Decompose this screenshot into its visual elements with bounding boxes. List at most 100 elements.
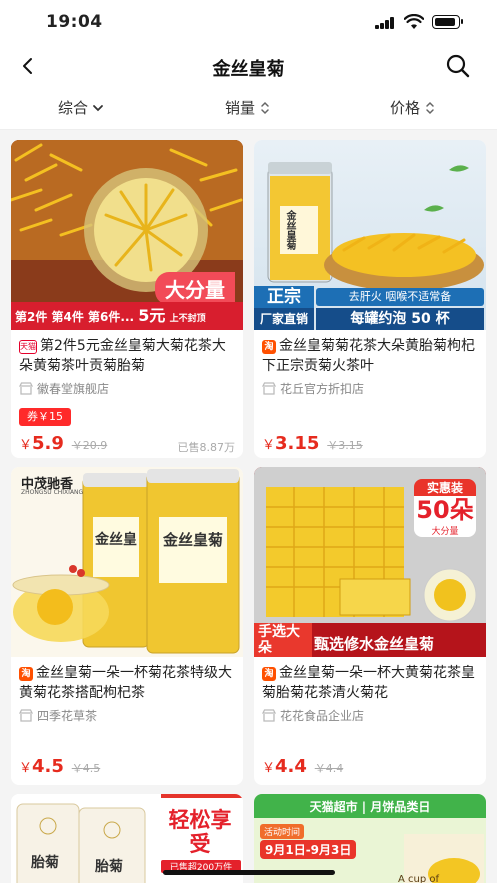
shop-name[interactable]: 徽春堂旗舰店 <box>19 380 109 397</box>
sort-toggle-icon <box>426 101 434 114</box>
product-image: 金丝皇菊 正宗 厂家直销 去肝火 咽喉不适常备 每罐约泡 50 杯 <box>254 140 486 330</box>
sort-price[interactable]: 价格 <box>390 97 436 118</box>
image-banner: 第2件 第4件 第6件... 5元 上不封顶 <box>11 302 243 330</box>
product-title: 淘金丝皇菊菊花茶大朵黄胎菊枸杞下正宗贡菊火茶叶 <box>262 336 478 376</box>
price-row: ￥4.5 ￥4.5 <box>19 756 100 777</box>
product-title-text: 金丝皇菊一朵一杯大黄菊花茶皇菊胎菊花茶清火菊花 <box>262 665 475 701</box>
image-tag: 正宗 <box>254 286 314 308</box>
sold-count: 已售8.87万 <box>177 441 236 454</box>
current-price: ￥4.4 <box>262 756 307 777</box>
current-price-value: 3.15 <box>275 433 320 454</box>
image-line-2: 每罐约泡 50 杯 <box>316 308 484 330</box>
jar-label: 金丝皇菊 <box>163 531 224 549</box>
original-price: ￥20.9 <box>71 439 108 452</box>
product-card[interactable]: 中茂驰香 ZHONGSU CHIXIANG 金丝皇 金丝皇菊 淘金丝皇菊一朵一杯… <box>11 467 243 785</box>
current-price-value: 4.4 <box>275 756 307 777</box>
product-image: 中茂驰香 ZHONGSU CHIXIANG 金丝皇 金丝皇菊 <box>11 467 243 657</box>
image-line-1: 去肝火 咽喉不适常备 <box>316 288 484 306</box>
price-row: ￥3.15 ￥3.15 <box>262 433 363 454</box>
can-label: 胎菊 <box>95 859 123 875</box>
store-icon <box>262 709 276 722</box>
shop-name-text: 花丘官方折扣店 <box>280 382 365 396</box>
sort-price-label: 价格 <box>390 99 421 117</box>
page-title: 金丝皇菊 <box>212 59 285 80</box>
current-price-value: 4.5 <box>32 756 64 777</box>
coupon-badge: 券￥15 <box>19 408 71 426</box>
image-tag: 大分量 <box>155 272 235 305</box>
shop-name[interactable]: 四季花草茶 <box>19 707 97 724</box>
image-tag: 实惠装 <box>414 479 476 496</box>
sort-toggle-icon <box>261 101 269 114</box>
sort-bar: 综合 销量 价格 <box>0 88 497 130</box>
price-row: ￥4.4 ￥4.4 <box>262 756 343 777</box>
image-banner-text: 第2件 第4件 第6件... <box>15 310 135 324</box>
image-tag-sub: 大分量 <box>414 524 476 537</box>
image-tag-count: 50朵 <box>414 496 476 524</box>
image-sub: 活动时间 <box>260 824 305 839</box>
shop-name-text: 徽春堂旗舰店 <box>37 382 110 396</box>
sort-comprehensive-label: 综合 <box>58 99 89 117</box>
image-banner-note: 上不封顶 <box>169 314 206 324</box>
image-banner: 天猫超市 | 月饼品类日 <box>309 800 431 814</box>
image-caption: 甄选修水金丝皇菊 <box>314 635 435 653</box>
current-price: ￥3.15 <box>262 433 320 454</box>
product-image: 大分量 第2件 第4件 第6件... 5元 上不封顶 <box>11 140 243 330</box>
nav-bar: 金丝皇菊 <box>0 44 497 88</box>
shop-name-text: 花花食品企业店 <box>280 709 365 723</box>
store-icon <box>19 382 33 395</box>
store-icon <box>262 382 276 395</box>
image-headline: 轻松享受 <box>168 808 232 856</box>
sort-sales-label: 销量 <box>225 99 256 117</box>
status-bar: 19:04 <box>0 0 497 44</box>
taobao-badge: 淘 <box>262 667 276 681</box>
cellular-signal-icon <box>375 17 395 29</box>
original-price-value: 4.4 <box>325 762 344 775</box>
tmall-badge: 天猫 <box>19 340 37 354</box>
product-card[interactable]: 实惠装 50朵 大分量 手选大朵 甄选修水金丝皇菊 淘金丝皇菊一朵一杯大黄菊花茶… <box>254 467 486 785</box>
product-title: 淘金丝皇菊一朵一杯大黄菊花茶皇菊胎菊花茶清火菊花 <box>262 663 478 703</box>
product-title-text: 金丝皇菊菊花茶大朵黄胎菊枸杞下正宗贡菊火茶叶 <box>262 338 475 374</box>
jar-label: 金丝皇 <box>95 532 137 548</box>
search-icon[interactable] <box>444 52 472 80</box>
image-caption: A cup of <box>398 874 440 883</box>
store-icon <box>19 709 33 722</box>
image-promo: 实惠装 50朵 大分量 <box>414 479 476 537</box>
shop-name-text: 四季花草茶 <box>37 709 98 723</box>
product-image: 实惠装 50朵 大分量 手选大朵 甄选修水金丝皇菊 <box>254 467 486 657</box>
home-indicator[interactable] <box>163 870 335 875</box>
product-title-text: 第2件5元金丝皇菊大菊花茶大朵黄菊茶叶贡菊胎菊 <box>19 338 226 374</box>
image-banner-price: 5元 <box>138 306 166 325</box>
image-corner-tag: 手选大朵 <box>254 623 312 657</box>
taobao-badge: 淘 <box>262 340 276 354</box>
product-grid: 大分量 第2件 第4件 第6件... 5元 上不封顶 天猫 第2件5元金丝皇菊大菊… <box>0 130 497 883</box>
product-title: 天猫 第2件5元金丝皇菊大菊花茶大朵黄菊茶叶贡菊胎菊 <box>19 336 235 376</box>
shop-name[interactable]: 花花食品企业店 <box>262 707 364 724</box>
original-price-value: 20.9 <box>82 439 108 452</box>
current-price-value: 5.9 <box>32 433 64 454</box>
original-price: ￥3.15 <box>327 439 363 452</box>
current-price: ￥5.9 <box>19 433 64 454</box>
image-tag-secondary: 厂家直销 <box>254 308 314 330</box>
chevron-down-icon <box>93 104 103 111</box>
can-label: 胎菊 <box>31 855 59 871</box>
original-price: ￥4.4 <box>314 762 344 775</box>
current-price: ￥4.5 <box>19 756 64 777</box>
image-date: 9月1日-9月3日 <box>260 840 357 859</box>
jar-label: 金丝皇菊 <box>284 210 295 250</box>
original-price-value: 4.5 <box>82 762 101 775</box>
status-time: 19:04 <box>46 12 103 32</box>
product-card[interactable]: 金丝皇菊 正宗 厂家直销 去肝火 咽喉不适常备 每罐约泡 50 杯 淘金丝皇菊菊… <box>254 140 486 458</box>
sort-comprehensive[interactable]: 综合 <box>58 97 104 118</box>
taobao-badge: 淘 <box>19 667 33 681</box>
sort-sales[interactable]: 销量 <box>225 97 271 118</box>
original-price-value: 3.15 <box>338 439 363 452</box>
brand-logo-en: ZHONGSU CHIXIANG <box>21 489 84 496</box>
product-title-text: 金丝皇菊一朵一杯菊花茶特级大黄菊花茶搭配枸杞茶 <box>19 665 232 701</box>
original-price: ￥4.5 <box>71 762 101 775</box>
wifi-icon <box>404 14 424 29</box>
price-row: ￥5.9 ￥20.9 <box>19 433 107 454</box>
product-card[interactable]: 大分量 第2件 第4件 第6件... 5元 上不封顶 天猫 第2件5元金丝皇菊大菊… <box>11 140 243 458</box>
product-title: 淘金丝皇菊一朵一杯菊花茶特级大黄菊花茶搭配枸杞茶 <box>19 663 235 703</box>
shop-name[interactable]: 花丘官方折扣店 <box>262 380 364 397</box>
battery-icon <box>432 15 463 29</box>
